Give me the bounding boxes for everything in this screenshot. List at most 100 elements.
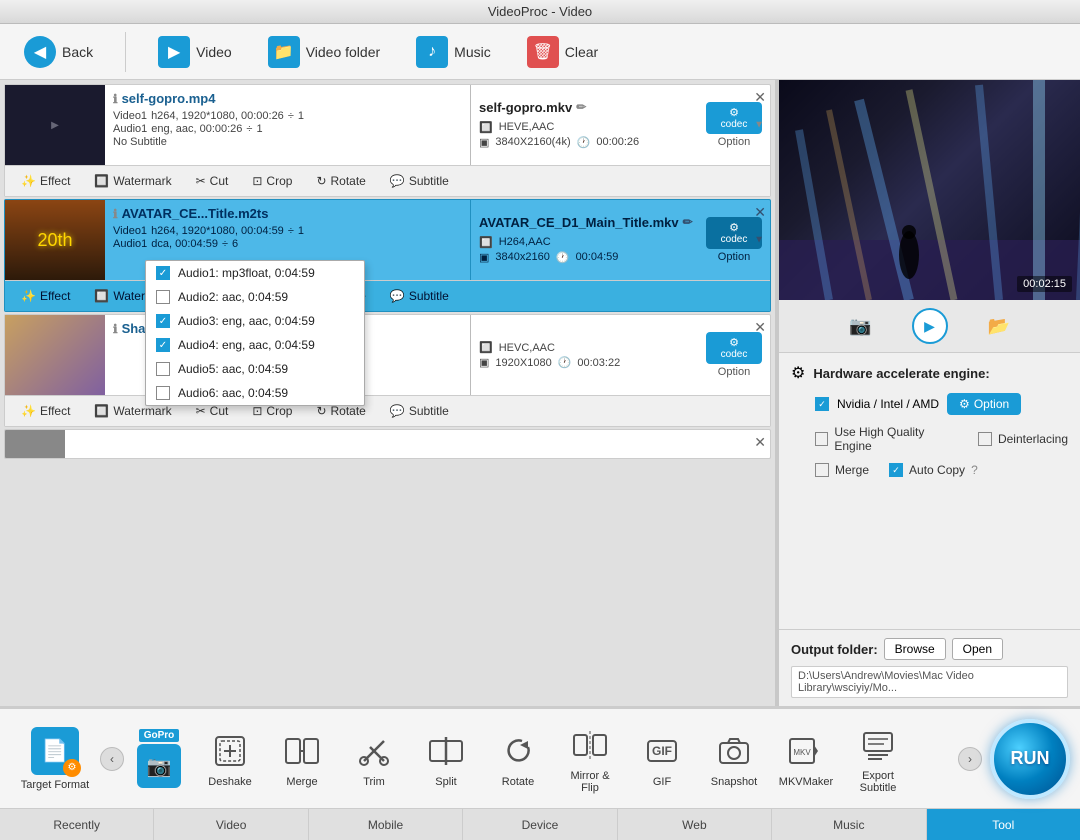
right-nav-arrow[interactable]: › bbox=[958, 747, 982, 771]
tool-item-mirror-&-flip[interactable]: Mirror & Flip bbox=[554, 717, 626, 800]
play-button[interactable]: ▶ bbox=[912, 308, 948, 344]
action-bar-2: ✨ Effect 🔲 Watermark ✂ Cut ⊡ Crop bbox=[5, 280, 770, 311]
settings-panel: ⚙ Hardware accelerate engine: ✓ Nvidia /… bbox=[779, 353, 1080, 629]
tool-item-rotate[interactable]: Rotate bbox=[482, 723, 554, 794]
gopro-icon-box[interactable]: 📷 bbox=[137, 744, 181, 788]
cut-button-1[interactable]: ✂ Cut bbox=[186, 170, 239, 192]
category-tab-music[interactable]: Music bbox=[772, 809, 926, 840]
subtitle-button-2[interactable]: 💬 Subtitle bbox=[380, 285, 459, 307]
tool-item-split[interactable]: Split bbox=[410, 723, 482, 794]
info-icon-3[interactable]: ℹ bbox=[113, 322, 118, 336]
codec-icon-2: ⚙ bbox=[714, 221, 754, 234]
file-meta-subtitle-1: No Subtitle bbox=[113, 136, 462, 148]
dropdown-label-5: Audio6: aac, 0:04:59 bbox=[178, 386, 288, 400]
deinterlacing-row: Deinterlacing bbox=[978, 425, 1068, 453]
gopro-tag: GoPro bbox=[139, 729, 180, 742]
high-quality-checkbox[interactable] bbox=[815, 432, 828, 446]
target-format-btn[interactable]: 📄 ⚙ Target Format bbox=[10, 719, 100, 799]
thumbnail-1: ▶ bbox=[5, 85, 105, 165]
output-info-1: self-gopro.mkv ✏ 🔲 HEVE,AAC ▣ 3840X2160(… bbox=[479, 100, 694, 151]
dropdown-check-4[interactable] bbox=[156, 362, 170, 376]
codec-icon-1: ⚙ bbox=[714, 106, 754, 119]
tool-item-merge[interactable]: Merge bbox=[266, 723, 338, 794]
app-title: VideoProc - Video bbox=[488, 4, 592, 19]
video-folder-button[interactable]: 📁 Video folder bbox=[260, 32, 388, 72]
browse-button[interactable]: Browse bbox=[884, 638, 946, 660]
tool-item-gif[interactable]: GIFGIF bbox=[626, 723, 698, 794]
file-meta-audio-2[interactable]: Audio1 dca, 00:04:59 ÷ 6 bbox=[113, 238, 462, 250]
output-meta-res-1: ▣ 3840X2160(4k) 🕐 00:00:26 bbox=[479, 136, 694, 149]
back-icon: ◀ bbox=[24, 36, 56, 68]
snapshot-icon-btn[interactable]: 📷 bbox=[849, 316, 871, 337]
format-icon: 📄 bbox=[41, 738, 68, 764]
nvidia-checkbox[interactable]: ✓ bbox=[815, 397, 829, 411]
left-nav-arrow[interactable]: ‹ bbox=[100, 747, 124, 771]
help-icon[interactable]: ? bbox=[971, 463, 978, 477]
category-tab-mobile[interactable]: Mobile bbox=[309, 809, 463, 840]
tool-label-5: Mirror & Flip bbox=[570, 770, 609, 794]
dropdown-item-1[interactable]: Audio2: aac, 0:04:59 bbox=[146, 285, 364, 309]
edit-icon-2[interactable]: ✏ bbox=[683, 215, 693, 229]
right-panel: 00:02:15 📷 ▶ 📂 ⚙ Hardware accelerate eng… bbox=[779, 80, 1080, 706]
close-button-3[interactable]: ✕ bbox=[754, 319, 766, 336]
dropdown-check-0[interactable]: ✓ bbox=[156, 266, 170, 280]
tool-item-export-subtitle[interactable]: Export Subtitle bbox=[842, 717, 914, 800]
output-section-2: AVATAR_CE_D1_Main_Title.mkv ✏ 🔲 H264,AAC… bbox=[470, 200, 770, 280]
watermark-button-1[interactable]: 🔲 Watermark bbox=[84, 170, 181, 192]
folder-icon-btn[interactable]: 📂 bbox=[988, 316, 1010, 337]
edit-icon-1[interactable]: ✏ bbox=[576, 100, 586, 114]
dropdown-item-5[interactable]: Audio6: aac, 0:04:59 bbox=[146, 381, 364, 405]
effect-button-3[interactable]: ✨ Effect bbox=[11, 400, 80, 422]
tool-item-deshake[interactable]: Deshake bbox=[194, 723, 266, 794]
watermark-icon-2: 🔲 bbox=[94, 289, 109, 303]
video-button[interactable]: ▶ Video bbox=[150, 32, 240, 72]
tool-label-7: Snapshot bbox=[711, 776, 757, 788]
deinterlacing-checkbox[interactable] bbox=[978, 432, 992, 446]
category-tab-recently[interactable]: Recently bbox=[0, 809, 154, 840]
tool-label-8: MKVMaker bbox=[779, 776, 833, 788]
category-tab-tool[interactable]: Tool bbox=[927, 809, 1080, 840]
subtitle-button-3[interactable]: 💬 Subtitle bbox=[380, 400, 459, 422]
file-meta-audio-1[interactable]: Audio1 eng, aac, 00:00:26 ÷ 1 bbox=[113, 123, 462, 135]
rotate-button-1[interactable]: ↻ Rotate bbox=[306, 170, 375, 192]
music-button[interactable]: ♪ Music bbox=[408, 32, 499, 72]
tool-item-trim[interactable]: Trim bbox=[338, 723, 410, 794]
dropdown-check-3[interactable]: ✓ bbox=[156, 338, 170, 352]
open-button[interactable]: Open bbox=[952, 638, 1003, 660]
dropdown-check-5[interactable] bbox=[156, 386, 170, 400]
dropdown-item-4[interactable]: Audio5: aac, 0:04:59 bbox=[146, 357, 364, 381]
dropdown-check-2[interactable]: ✓ bbox=[156, 314, 170, 328]
subtitle-button-1[interactable]: 💬 Subtitle bbox=[380, 170, 459, 192]
settings-badge: ⚙ bbox=[63, 759, 81, 777]
codec-button-3[interactable]: ⚙ codec bbox=[706, 332, 762, 364]
info-icon-2[interactable]: ℹ bbox=[113, 207, 118, 221]
close-button-2[interactable]: ✕ bbox=[754, 204, 766, 221]
dropdown-item-2[interactable]: ✓Audio3: eng, aac, 0:04:59 bbox=[146, 309, 364, 333]
effect-button-2[interactable]: ✨ Effect bbox=[11, 285, 80, 307]
codec-option-3: ⚙ codec Option bbox=[706, 332, 762, 378]
close-button-1[interactable]: ✕ bbox=[754, 89, 766, 106]
merge-checkbox[interactable] bbox=[815, 463, 829, 477]
autocopy-checkbox[interactable]: ✓ bbox=[889, 463, 903, 477]
tool-label-3: Split bbox=[435, 776, 456, 788]
effect-button-1[interactable]: ✨ Effect bbox=[11, 170, 80, 192]
crop-button-1[interactable]: ⊡ Crop bbox=[242, 170, 302, 192]
dropdown-item-3[interactable]: ✓Audio4: eng, aac, 0:04:59 bbox=[146, 333, 364, 357]
category-tab-device[interactable]: Device bbox=[463, 809, 617, 840]
run-button[interactable]: RUN bbox=[990, 719, 1070, 799]
close-button-4[interactable]: ✕ bbox=[754, 434, 766, 451]
tool-item-snapshot[interactable]: Snapshot bbox=[698, 723, 770, 794]
clear-button[interactable]: 🗑 Clear bbox=[519, 32, 606, 72]
category-tab-web[interactable]: Web bbox=[618, 809, 772, 840]
option-button[interactable]: ⚙ Option bbox=[947, 393, 1021, 415]
info-icon-1[interactable]: ℹ bbox=[113, 92, 118, 106]
tool-item-mkvmaker[interactable]: MKVMKVMaker bbox=[770, 723, 842, 794]
category-tab-video[interactable]: Video bbox=[154, 809, 308, 840]
output-meta-res-2: ▣ 3840x2160 🕐 00:04:59 bbox=[479, 251, 694, 264]
rotate-icon-3: ↻ bbox=[316, 404, 326, 418]
file-name-1: ℹ self-gopro.mp4 bbox=[113, 91, 462, 106]
back-button[interactable]: ◀ Back bbox=[16, 32, 101, 72]
dropdown-check-1[interactable] bbox=[156, 290, 170, 304]
dropdown-item-0[interactable]: ✓Audio1: mp3float, 0:04:59 bbox=[146, 261, 364, 285]
svg-text:GIF: GIF bbox=[652, 744, 672, 758]
